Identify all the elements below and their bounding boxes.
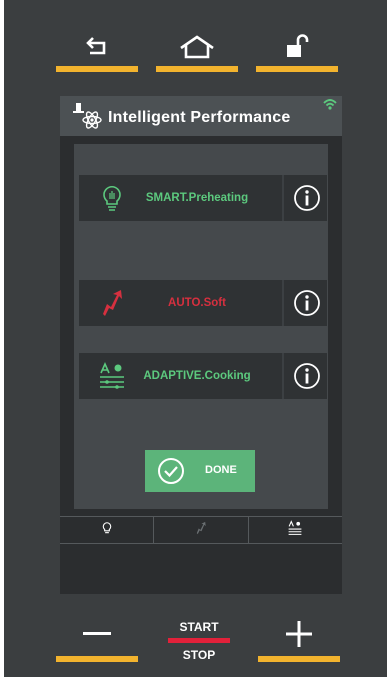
plus-button-bar bbox=[258, 656, 340, 662]
home-button[interactable] bbox=[156, 30, 238, 72]
bulb-icon bbox=[100, 520, 114, 541]
bottom-bar: START STOP bbox=[4, 600, 387, 677]
feature-smart-preheating[interactable]: SMART.Preheating bbox=[79, 175, 327, 221]
soft-arrow-icon bbox=[194, 520, 208, 541]
feature-label: ADAPTIVE.Cooking bbox=[143, 370, 251, 382]
tab-smart-preheating[interactable] bbox=[60, 517, 155, 543]
feature-list: SMART.Preheating AUTO.Soft ADAPTIVE.Cook… bbox=[74, 144, 328, 509]
home-icon bbox=[156, 34, 238, 60]
back-button[interactable] bbox=[56, 30, 138, 72]
info-icon[interactable] bbox=[282, 353, 329, 399]
done-label: DONE bbox=[205, 464, 237, 476]
feature-tabs bbox=[60, 516, 342, 544]
feature-adaptive-cooking[interactable]: ADAPTIVE.Cooking bbox=[79, 353, 327, 399]
feature-label: SMART.Preheating bbox=[145, 192, 249, 204]
intelligent-performance-icon bbox=[70, 100, 104, 135]
intelligent-performance-panel: Intelligent Performance SMART.Preheating bbox=[60, 96, 342, 594]
feature-label: AUTO.Soft bbox=[168, 297, 226, 309]
minus-button-bar bbox=[56, 656, 138, 662]
done-button[interactable]: DONE bbox=[145, 450, 255, 492]
panel-header: Intelligent Performance bbox=[60, 96, 342, 136]
panel-title: Intelligent Performance bbox=[108, 109, 291, 126]
start-stop-button[interactable]: START STOP bbox=[168, 620, 230, 664]
lock-button-bar bbox=[256, 66, 338, 72]
back-arrow-icon bbox=[56, 34, 138, 60]
minus-button[interactable] bbox=[56, 616, 138, 662]
stop-label: STOP bbox=[182, 648, 216, 662]
start-label: START bbox=[179, 620, 219, 634]
info-icon[interactable] bbox=[282, 175, 329, 221]
oven-control-panel: Intelligent Performance SMART.Preheating bbox=[4, 0, 387, 677]
minus-icon bbox=[56, 620, 138, 648]
tab-auto-soft[interactable] bbox=[154, 517, 249, 543]
feature-auto-soft[interactable]: AUTO.Soft bbox=[79, 280, 327, 326]
adaptive-icon bbox=[287, 519, 303, 541]
unlock-icon bbox=[256, 34, 338, 60]
plus-button[interactable] bbox=[258, 616, 340, 662]
wifi-icon bbox=[322, 97, 338, 115]
back-button-bar bbox=[56, 66, 138, 72]
tab-adaptive-cooking[interactable] bbox=[249, 517, 342, 543]
info-icon[interactable] bbox=[282, 280, 329, 326]
home-button-bar bbox=[156, 66, 238, 72]
top-bar bbox=[4, 0, 387, 90]
start-stop-bar bbox=[168, 638, 230, 643]
lock-button[interactable] bbox=[256, 30, 338, 72]
plus-icon bbox=[258, 620, 340, 648]
check-circle-icon bbox=[157, 457, 185, 490]
